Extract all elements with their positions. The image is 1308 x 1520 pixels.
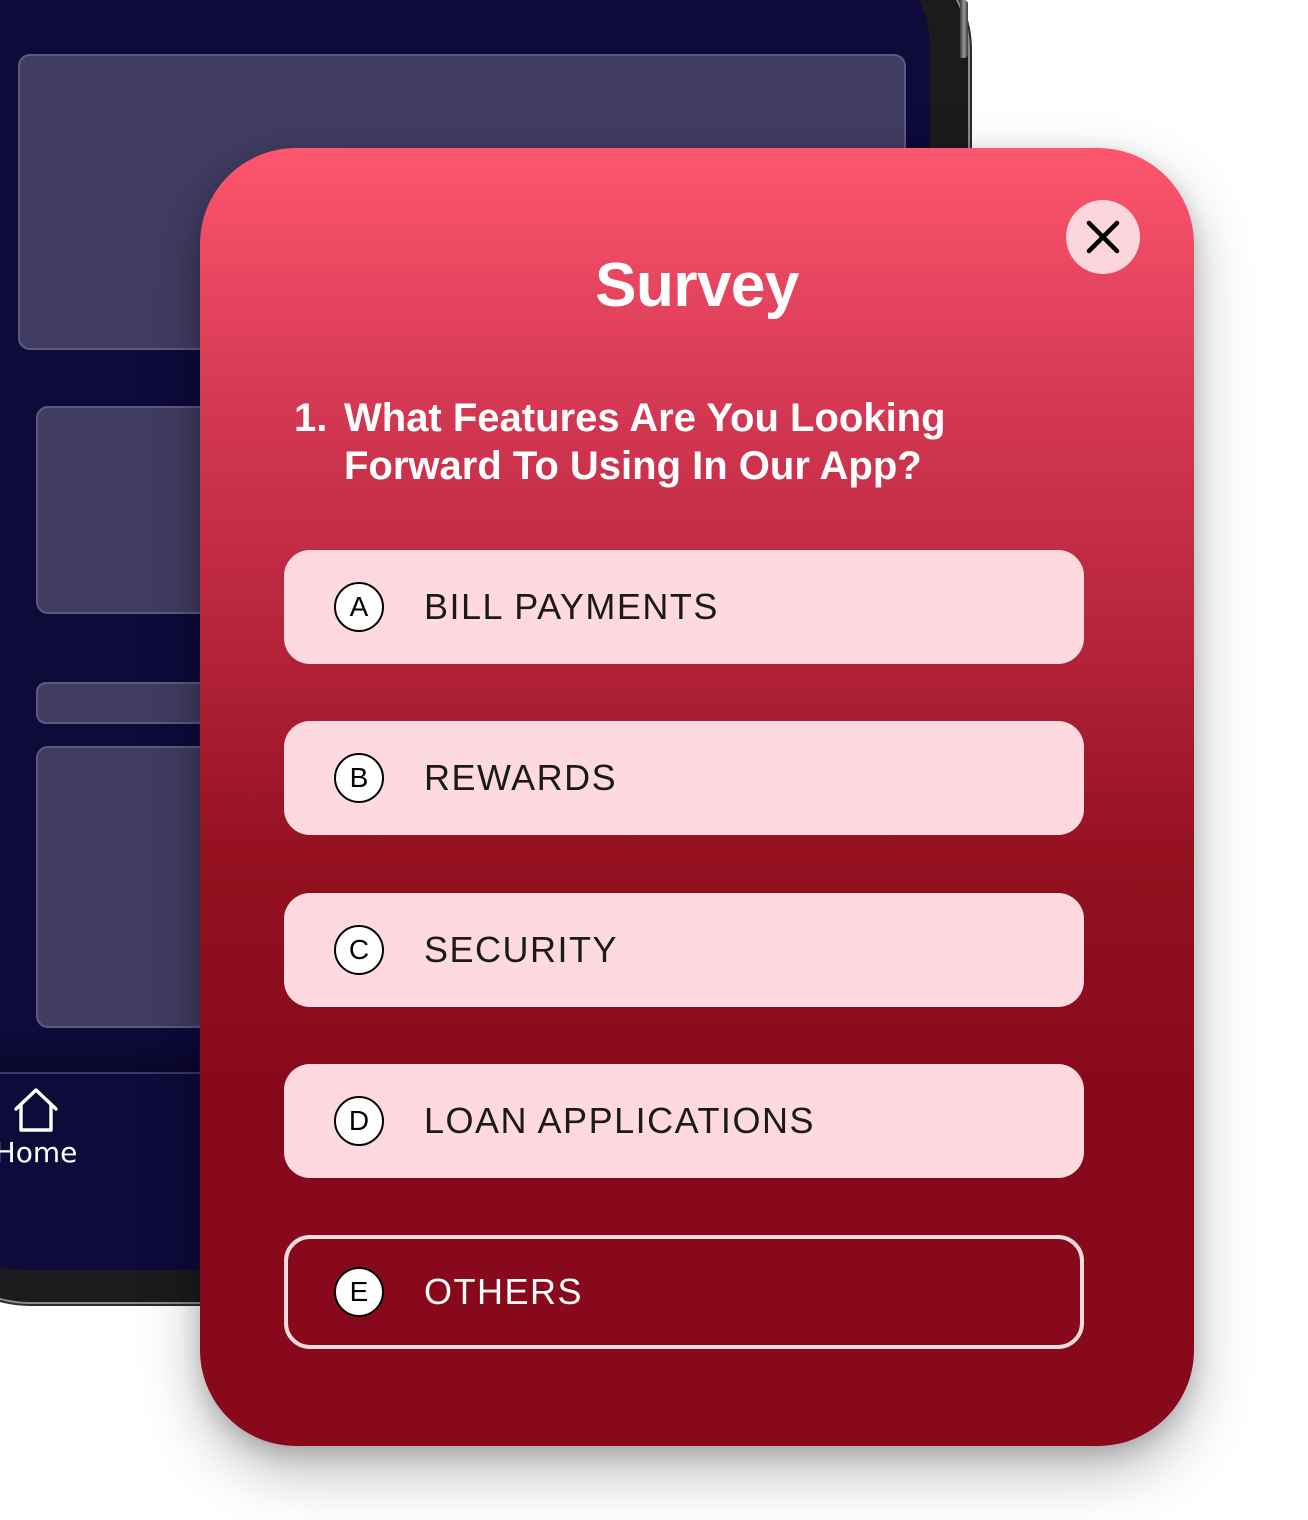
phone-side-button: [960, 0, 968, 58]
option-loan-applications[interactable]: D LOAN APPLICATIONS: [284, 1064, 1084, 1178]
survey-title: Survey: [595, 251, 799, 320]
survey-question: 1. What Features Are You Looking Forward…: [294, 394, 1014, 490]
option-label: LOAN APPLICATIONS: [424, 1100, 815, 1141]
survey-modal: Survey 1. What Features Are You Looking …: [200, 148, 1194, 1446]
home-icon: [14, 1088, 58, 1132]
option-label: OTHERS: [424, 1271, 584, 1312]
option-letter-badge: A: [334, 582, 384, 632]
option-rewards[interactable]: B REWARDS: [284, 721, 1084, 835]
question-number: 1.: [294, 396, 328, 440]
option-label: BILL PAYMENTS: [424, 586, 719, 627]
tab-home-label: Home: [0, 1136, 78, 1169]
option-letter-badge: D: [334, 1096, 384, 1146]
screen: Home Survey 1. What Features Are You Loo…: [0, 0, 1308, 1520]
option-label: REWARDS: [424, 757, 618, 798]
option-bill-payments[interactable]: A BILL PAYMENTS: [284, 550, 1084, 664]
option-letter-badge: C: [334, 925, 384, 975]
tab-home[interactable]: Home: [0, 1086, 86, 1178]
option-label: SECURITY: [424, 929, 619, 970]
option-letter-badge: E: [334, 1267, 384, 1317]
question-text: What Features Are You Looking Forward To…: [344, 396, 946, 488]
option-others[interactable]: E OTHERS: [284, 1235, 1084, 1349]
option-letter-badge: B: [334, 753, 384, 803]
option-security[interactable]: C SECURITY: [284, 893, 1084, 1007]
